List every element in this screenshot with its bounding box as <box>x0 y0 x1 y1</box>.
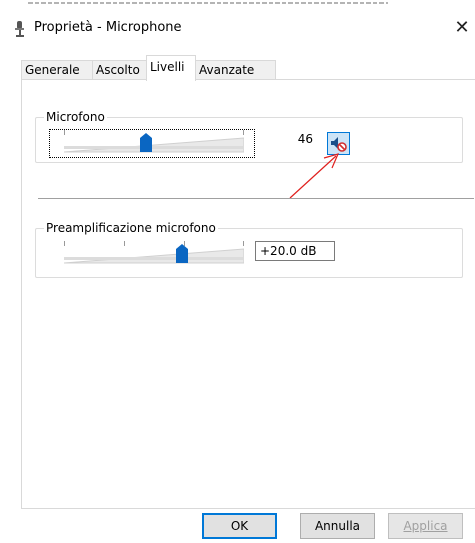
tab-avanzate[interactable]: Avanzate <box>195 60 276 81</box>
microphone-icon <box>15 21 24 37</box>
window-title: Proprietà - Microphone <box>34 20 182 35</box>
boost-group-label: Preamplificazione microfono <box>44 221 218 235</box>
close-button[interactable]: ✕ <box>452 18 472 38</box>
slider-tick <box>64 241 65 246</box>
red-arrow-annotation <box>289 153 340 199</box>
boost-slider-thumb[interactable] <box>176 244 188 263</box>
cancel-button[interactable]: Annulla <box>300 513 375 539</box>
slider-tick <box>124 241 125 246</box>
boost-level-value[interactable]: +20.0 dB <box>255 241 335 261</box>
boost-slider-track[interactable] <box>64 247 244 265</box>
background-window-edge <box>28 0 388 6</box>
apply-button[interactable]: Applica <box>388 513 463 539</box>
microphone-level-value[interactable]: 46 <box>255 129 318 149</box>
boost-group: Preamplificazione microfono +20.0 dB <box>35 221 463 278</box>
microphone-group: Microfono 46 <box>35 110 463 163</box>
tab-ascolto[interactable]: Ascolto <box>92 60 147 81</box>
tab-livelli[interactable]: Livelli <box>146 55 196 81</box>
levels-panel: Microfono 46 Preamplificazione microfono <box>21 79 475 509</box>
apply-button-label: Applica <box>403 519 448 533</box>
tab-generale[interactable]: Generale <box>21 60 93 81</box>
slider-tick <box>243 241 244 246</box>
slider-tick <box>64 130 65 135</box>
slider-tick <box>243 130 244 135</box>
microphone-slider-track[interactable] <box>64 136 244 154</box>
separator <box>38 198 474 199</box>
microphone-slider-thumb[interactable] <box>140 133 152 152</box>
title-bar: Proprietà - Microphone ✕ <box>0 8 475 48</box>
microphone-group-label: Microfono <box>44 110 107 124</box>
tab-bar: Generale Ascolto Livelli Avanzate <box>21 55 471 81</box>
ok-button[interactable]: OK <box>202 513 277 539</box>
